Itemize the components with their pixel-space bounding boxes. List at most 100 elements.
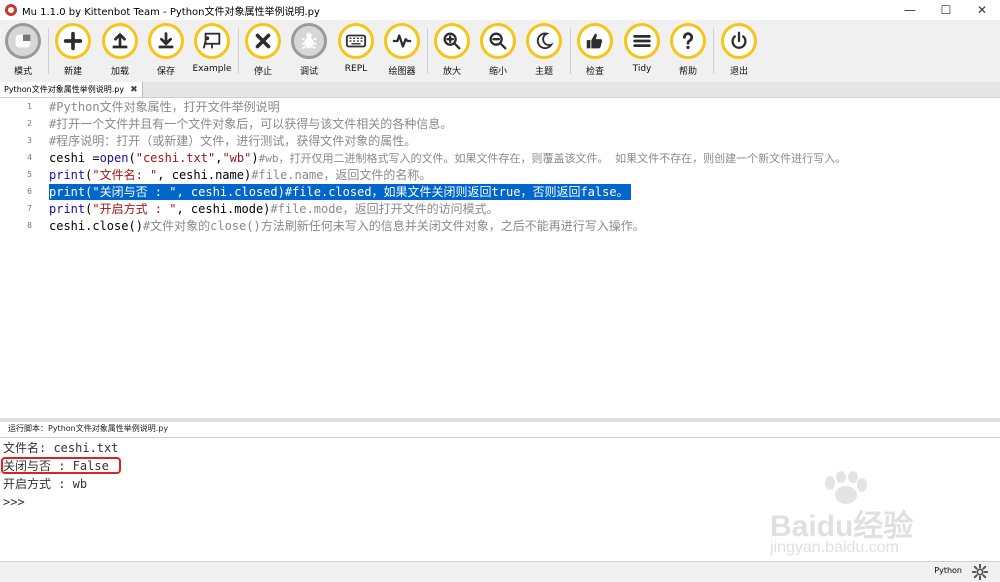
code-keyword: print [49, 184, 86, 199]
zoom-out-button[interactable]: 缩小 [475, 23, 521, 77]
close-window-button[interactable]: ✕ [964, 0, 1000, 20]
code-comment: #file.name，返回文件的名称。 [251, 168, 432, 182]
zoom-out-label: 缩小 [488, 67, 507, 77]
code-plain: , ceshi.closed) [176, 184, 285, 199]
code-string: "文件名: " [92, 168, 158, 182]
load-button[interactable]: 加载 [97, 23, 143, 77]
code-string: "关闭与否 : " [92, 185, 177, 199]
example-button[interactable]: Example [189, 23, 235, 74]
save-label: 保存 [156, 67, 175, 77]
download-icon [148, 23, 184, 59]
run-script-label: 运行脚本：Python文件对象属性举例说明.py [8, 424, 169, 433]
code-keyword: print [49, 201, 86, 216]
repl-label: REPL [344, 64, 368, 74]
code-plain: , [215, 150, 223, 165]
example-label: Example [192, 64, 232, 74]
code-text: ceshi.close() #文件对象的close()方法刷新任何未写入的信息并关… [49, 218, 645, 234]
tidy-label: Tidy [632, 64, 652, 74]
keyboard-icon [338, 23, 374, 59]
mode-label: 模式 [13, 67, 32, 77]
toolbar-separator [238, 28, 239, 74]
mu-app-icon [5, 4, 17, 16]
code-comment: #Python文件对象属性，打开文件举例说明 [49, 100, 280, 114]
tidy-button[interactable]: Tidy [619, 23, 665, 74]
mode-button[interactable]: 模式 [0, 23, 46, 77]
repl-prompt[interactable]: >>> [3, 493, 25, 510]
code-comment: #打开一个文件并且有一个文件对象后，可以获得与该文件相关的各种信息。 [49, 117, 453, 131]
minimize-button[interactable]: — [892, 0, 928, 20]
code-line: 2 #打开一个文件并且有一个文件对象后，可以获得与该文件相关的各种信息。 [0, 115, 1000, 132]
gear-icon[interactable] [972, 564, 988, 580]
mode-icon [5, 23, 41, 59]
line-number: 3 [27, 136, 32, 145]
debug-label: 调试 [299, 67, 318, 77]
check-button[interactable]: 检查 [572, 23, 618, 77]
repl-button[interactable]: REPL [333, 23, 379, 74]
code-comment: #程序说明：打开（或新建）文件，进行测试，获得文件对象的属性。 [49, 134, 417, 148]
presentation-icon [194, 23, 230, 59]
code-line: 8 ceshi.close() #文件对象的close()方法刷新任何未写入的信息… [0, 217, 1000, 234]
code-comment: #wb，打开仅用二进制格式写入的文件。如果文件存在，则覆盖该文件。 如果文件不存… [258, 151, 847, 165]
line-number: 8 [27, 221, 32, 230]
quit-button[interactable]: 退出 [716, 23, 762, 77]
code-text: #程序说明：打开（或新建）文件，进行测试，获得文件对象的属性。 [49, 133, 416, 149]
code-plain: ( [128, 150, 136, 165]
code-editor[interactable]: 1 #Python文件对象属性，打开文件举例说明 2 #打开一个文件并且有一个文… [0, 98, 1000, 418]
watermark-url: jingyan.baidu.com [770, 539, 899, 556]
code-text: print ("开启方式 : ", ceshi.mode) #file.mode，… [49, 201, 499, 217]
lines-icon [624, 23, 660, 59]
toolbar-separator [713, 28, 714, 74]
stop-button[interactable]: 停止 [240, 23, 286, 77]
code-plain: , ceshi.mode) [176, 201, 271, 216]
code-text: #打开一个文件并且有一个文件对象后，可以获得与该文件相关的各种信息。 [49, 116, 452, 132]
line-number: 6 [27, 187, 32, 196]
upload-icon [102, 23, 138, 59]
window-controls: — ☐ ✕ [892, 0, 1000, 20]
load-label: 加载 [110, 67, 129, 77]
window-title: Mu 1.1.0 by Kittenbot Team - Python文件对象属… [22, 6, 320, 18]
status-bar: Python [0, 561, 1000, 582]
line-number: 5 [27, 170, 32, 179]
code-text: ceshi = open("ceshi.txt", "wb") #wb，打开仅用二… [49, 150, 846, 166]
save-button[interactable]: 保存 [143, 23, 189, 77]
code-text: #Python文件对象属性，打开文件举例说明 [49, 99, 280, 115]
help-label: 帮助 [678, 67, 697, 77]
zoom-in-label: 放大 [442, 67, 461, 77]
help-button[interactable]: 帮助 [665, 23, 711, 77]
moon-icon [526, 23, 562, 59]
power-icon [721, 23, 757, 59]
line-number: 2 [27, 119, 32, 128]
code-string: "开启方式 : " [92, 202, 177, 216]
tab-bar: Python文件对象属性举例说明.py ✖ [0, 82, 1000, 98]
code-plain: ceshi = [49, 150, 100, 165]
new-button[interactable]: 新建 [50, 23, 96, 77]
code-plain: ceshi.close() [49, 218, 143, 233]
code-plain: ) [251, 150, 259, 165]
tab-file[interactable]: Python文件对象属性举例说明.py ✖ [0, 82, 143, 97]
tab-label: Python文件对象属性举例说明.py [4, 85, 125, 94]
theme-label: 主题 [534, 67, 553, 77]
debug-button[interactable]: 调试 [286, 23, 332, 77]
paw-icon [825, 471, 867, 504]
code-plain: ( [85, 201, 93, 216]
selected-code-text: print ("关闭与否 : ", ceshi.closed) #file.clo… [49, 183, 631, 200]
output-line: 开启方式 : wb [3, 477, 88, 491]
code-comment: #file.closed，如果文件关闭则返回true，否则返回false。 [284, 185, 629, 199]
check-label: 检查 [585, 67, 604, 77]
baidu-watermark: Baidu经验 jingyan.baidu.com [760, 471, 970, 561]
plus-icon [55, 23, 91, 59]
line-number: 1 [27, 102, 32, 111]
stop-icon [245, 23, 281, 59]
question-icon [670, 23, 706, 59]
code-keyword: open [99, 150, 129, 165]
code-line-selected: 6 print ("关闭与否 : ", ceshi.closed) #file.c… [0, 183, 1000, 200]
zoom-in-button[interactable]: 放大 [429, 23, 475, 77]
code-line: 1 #Python文件对象属性，打开文件举例说明 [0, 98, 1000, 115]
code-comment: #文件对象的close()方法刷新任何未写入的信息并关闭文件对象，之后不能再进行… [142, 219, 645, 233]
plotter-button[interactable]: 绘图器 [379, 23, 425, 77]
maximize-button[interactable]: ☐ [928, 0, 964, 20]
repl-output-pane[interactable]: 文件名: ceshi.txt 关闭与否 : False 开启方式 : wb >>… [0, 437, 1000, 562]
code-string: "ceshi.txt" [135, 150, 216, 165]
tab-close-icon[interactable]: ✖ [130, 85, 138, 95]
theme-button[interactable]: 主题 [521, 23, 567, 77]
